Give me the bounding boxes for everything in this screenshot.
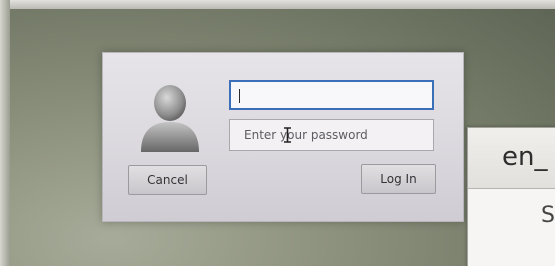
cancel-button-label: Cancel [147,173,188,187]
password-input[interactable]: Enter your password [229,119,434,151]
locale-sub-label: S [541,203,555,228]
locale-title: en_ [502,142,548,172]
ibeam-cursor-icon [283,127,292,143]
password-placeholder: Enter your password [244,128,368,142]
username-input[interactable] [229,80,434,110]
user-avatar-icon [137,82,203,154]
screen-bezel-top [0,0,555,9]
cancel-button[interactable]: Cancel [128,165,207,195]
login-button[interactable]: Log In [361,164,436,194]
login-screen: Enter your password Cancel Log In en_ S [0,0,555,266]
locale-header[interactable]: en_ [468,128,555,189]
screen-bezel-left [0,0,10,266]
locale-panel: en_ S [467,127,555,266]
text-caret [239,88,240,103]
login-button-label: Log In [380,172,417,186]
